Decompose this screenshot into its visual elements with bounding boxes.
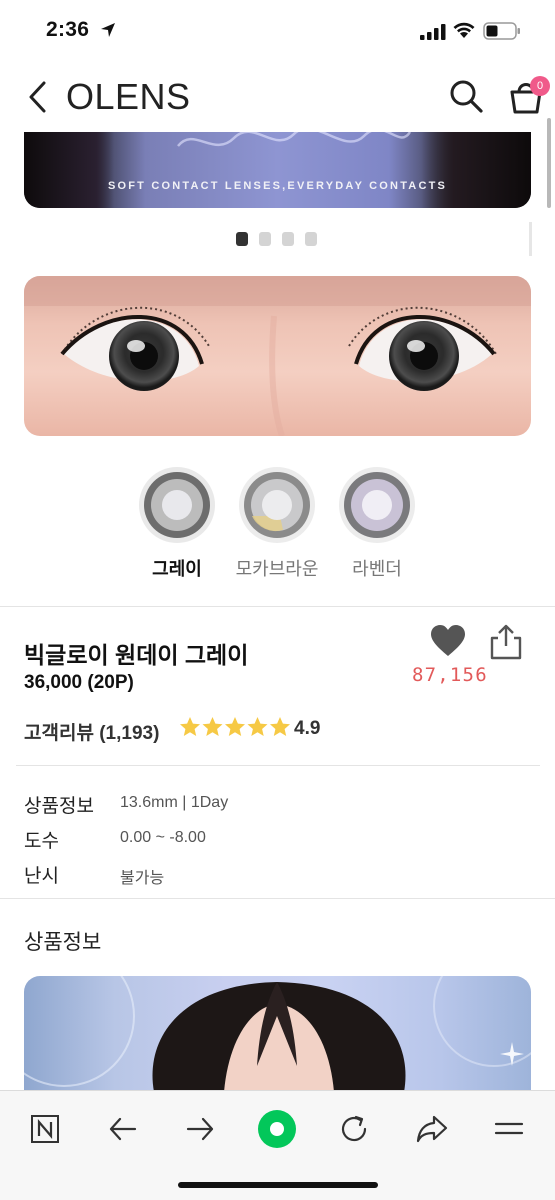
browser-back-button[interactable]	[103, 1109, 143, 1149]
rating-score: 4.9	[294, 718, 321, 739]
share-icon	[490, 624, 522, 660]
star-icon	[180, 717, 200, 736]
spec-value-info: 13.6mm | 1Day	[120, 794, 229, 811]
product-price: 36,000 (20P)	[24, 672, 134, 693]
status-time: 2:36	[46, 18, 90, 41]
reload-icon	[341, 1115, 367, 1142]
share-page-button[interactable]	[412, 1109, 452, 1149]
color-swatch-gray[interactable]	[138, 466, 216, 544]
banner-hair-left	[24, 132, 114, 208]
spec-label-info: 상품정보	[24, 796, 94, 817]
green-dot-icon	[258, 1110, 296, 1148]
carousel-dot-2[interactable]	[259, 232, 271, 246]
battery-icon	[483, 22, 521, 45]
banner-decoration	[174, 132, 414, 173]
spec-value-astigmatism: 불가능	[120, 870, 165, 887]
hamburger-menu-icon	[494, 1122, 524, 1135]
color-swatch-mocha-brown[interactable]	[238, 466, 316, 544]
wishlist-button[interactable]	[430, 624, 466, 658]
color-swatch-lavender[interactable]	[338, 466, 416, 544]
section-divider	[0, 606, 555, 607]
arrow-left-icon	[109, 1117, 137, 1141]
cart-count-badge: 0	[530, 76, 550, 96]
carousel-dot-4[interactable]	[305, 232, 317, 246]
wifi-icon	[452, 21, 476, 44]
section-divider	[16, 765, 540, 766]
banner-hair-right	[421, 132, 531, 208]
star-icon	[247, 717, 268, 736]
home-indicator[interactable]	[178, 1182, 378, 1188]
spec-label-power: 도수	[24, 831, 59, 852]
star-icon	[225, 717, 245, 736]
cellular-signal-icon	[420, 24, 446, 45]
brand-logo[interactable]: OLENS	[66, 76, 191, 118]
page-scrollbar[interactable]	[547, 118, 551, 208]
carousel-indicator	[236, 232, 317, 246]
status-bar: 2:36	[0, 0, 555, 64]
app-header: OLENS	[0, 64, 555, 132]
star-icon	[270, 717, 290, 736]
carousel-edge	[529, 222, 532, 256]
spec-label-astigmatism: 난시	[24, 866, 59, 887]
rating-stars	[179, 716, 291, 738]
reload-button[interactable]	[334, 1109, 374, 1149]
green-home-button[interactable]	[257, 1109, 297, 1149]
lens-wearing-photo	[24, 276, 531, 436]
product-detail-image	[24, 976, 531, 1092]
star-icon	[202, 717, 223, 736]
product-name: 빅글로이 원데이 그레이	[24, 642, 249, 668]
naver-n-icon	[31, 1115, 59, 1143]
arrow-right-icon	[186, 1117, 214, 1141]
color-label-lavender[interactable]: 라벤더	[322, 555, 432, 581]
location-arrow-icon	[100, 22, 116, 43]
section-title: 상품정보	[24, 931, 102, 954]
carousel-dot-1[interactable]	[236, 232, 248, 246]
heart-icon	[431, 625, 465, 656]
spec-value-power: 0.00 ~ -8.00	[120, 829, 206, 846]
browser-forward-button[interactable]	[180, 1109, 220, 1149]
naver-home-button[interactable]	[25, 1109, 65, 1149]
like-count: 87,156	[412, 664, 488, 686]
chevron-left-icon	[29, 81, 46, 113]
search-icon	[450, 80, 483, 113]
search-button[interactable]	[448, 78, 484, 114]
promo-banner[interactable]: SOFT CONTACT LENSES,EVERYDAY CONTACTS	[24, 132, 531, 208]
share-arrow-icon	[416, 1115, 448, 1143]
share-button[interactable]	[488, 624, 524, 660]
menu-button[interactable]	[489, 1109, 529, 1149]
carousel-dot-3[interactable]	[282, 232, 294, 246]
section-divider	[0, 898, 555, 899]
banner-caption: SOFT CONTACT LENSES,EVERYDAY CONTACTS	[107, 180, 448, 192]
review-link[interactable]: 고객리뷰 (1,193)	[24, 718, 159, 745]
back-button[interactable]	[24, 78, 54, 116]
color-label-mocha-brown[interactable]: 모카브라운	[222, 555, 332, 581]
color-label-gray[interactable]: 그레이	[122, 555, 232, 581]
